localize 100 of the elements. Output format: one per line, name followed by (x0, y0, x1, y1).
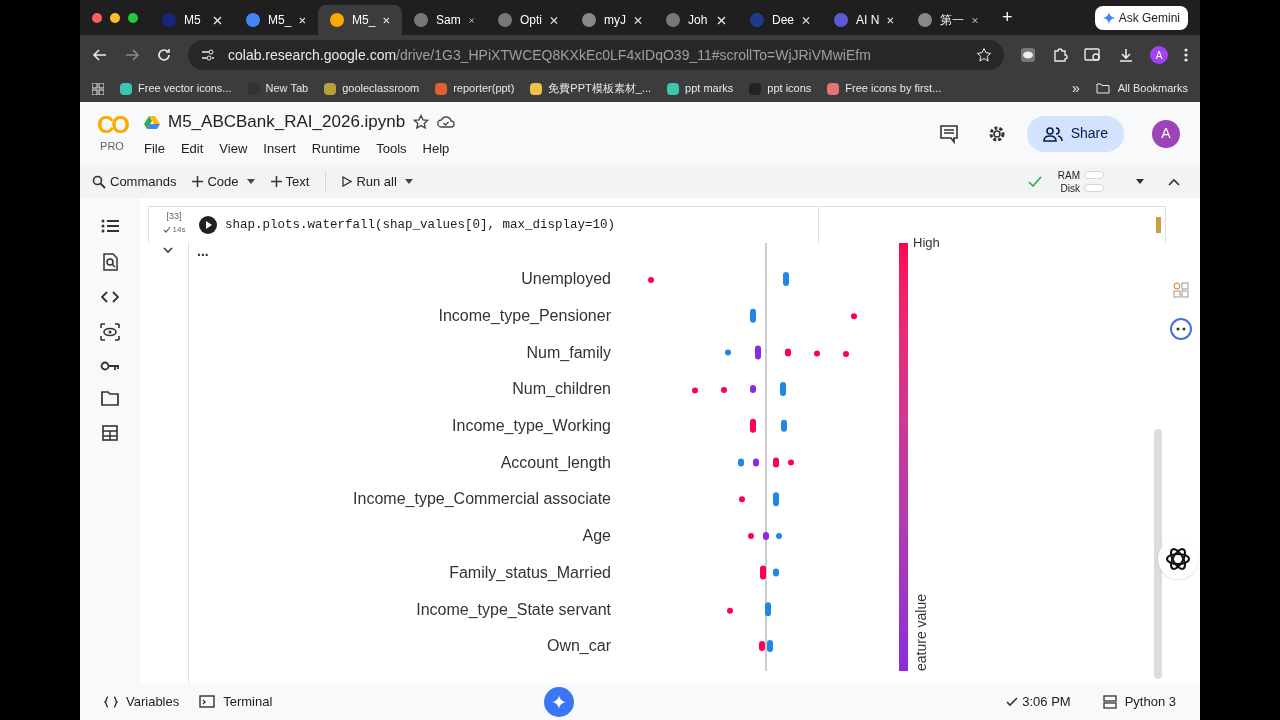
data-point (788, 459, 794, 466)
bookmark[interactable]: 免費PPT模板素材_... (530, 80, 652, 97)
notebook-title[interactable]: M5_ABCBank_RAI_2026.ipynb (168, 109, 406, 135)
close-tab-icon[interactable] (802, 15, 810, 25)
close-tab-icon[interactable] (550, 15, 558, 25)
back-icon[interactable] (92, 47, 108, 63)
find-icon[interactable] (102, 253, 118, 271)
more-icon[interactable] (1184, 47, 1188, 63)
close-tab-icon[interactable] (887, 15, 894, 25)
terminal-button[interactable]: Terminal (199, 691, 273, 712)
forward-icon[interactable] (124, 47, 140, 63)
share-button[interactable]: Share (1026, 115, 1124, 152)
collapse-icon[interactable] (163, 247, 173, 253)
close-tab-icon[interactable] (717, 15, 726, 25)
bookmark[interactable]: gooleclassroom (324, 80, 420, 97)
star-icon[interactable] (413, 113, 430, 130)
bookmark[interactable]: ppt marks (667, 80, 734, 97)
extensions-icon[interactable] (1052, 47, 1068, 63)
new-tab-button[interactable]: + (1002, 4, 1013, 31)
menu-item[interactable]: Insert (263, 138, 296, 158)
browser-tab[interactable]: M5 (150, 5, 234, 35)
address-bar[interactable]: colab.research.google.com/drive/1G3_HPiXTWCEQ8KXkEc0LF4xIDqO39_11#scrollTo=WjJRiVMwiEfm (188, 40, 1004, 70)
bookmark[interactable]: Free vector icons... (120, 80, 232, 97)
favicon-icon (666, 13, 680, 27)
search-tab-icon[interactable] (1084, 47, 1102, 63)
favicon-icon (414, 13, 428, 27)
table-icon[interactable] (102, 425, 118, 441)
feature-label: Age (582, 526, 611, 547)
close-tab-icon[interactable] (383, 15, 390, 25)
gemini-button[interactable] (544, 686, 575, 717)
menu-item[interactable]: View (219, 138, 248, 158)
run-cell-icon[interactable] (199, 216, 217, 234)
commands-button[interactable]: Commands (92, 171, 177, 192)
scrollbar-thumb[interactable] (1154, 429, 1162, 679)
execution-time: 14s (172, 223, 186, 236)
browser-tab[interactable]: Sam (402, 5, 486, 35)
browser-tab[interactable]: Dee (738, 5, 822, 35)
favicon-icon (162, 13, 176, 27)
browser-tab[interactable]: 第一 (906, 5, 990, 35)
close-tab-icon[interactable] (468, 15, 474, 25)
bookmark[interactable]: reporter(ppt) (435, 80, 515, 97)
close-tab-icon[interactable] (213, 15, 222, 25)
browser-tab[interactable]: AI N (822, 5, 906, 35)
run-all-button[interactable]: Run all (342, 171, 397, 192)
menu-item[interactable]: Tools (376, 138, 407, 158)
caret-icon[interactable] (1136, 179, 1144, 184)
maximize-window-button[interactable] (128, 12, 138, 23)
favicon-icon (330, 13, 344, 27)
bookmark[interactable]: Free icons by first... (827, 80, 942, 97)
color-bar-high-label: High (913, 234, 940, 252)
execution-time: 3:06 PM (1022, 692, 1071, 711)
folder-icon[interactable] (101, 391, 119, 406)
close-tab-icon[interactable] (299, 15, 306, 25)
more-bookmarks-button[interactable]: » (1071, 78, 1080, 99)
ask-gemini-button[interactable]: Ask Gemini (1094, 5, 1188, 30)
url-text: colab.research.google.com/drive/1G3_HPiXTWCEQ8KXkEc0LF4xIDqO39_11#scrollTo=WjJRiVMwiEfm (228, 45, 872, 65)
caret-icon[interactable] (404, 179, 413, 184)
user-avatar[interactable]: A (1152, 119, 1180, 148)
menu-item[interactable]: Runtime (311, 138, 361, 158)
chatgpt-button[interactable] (1158, 539, 1198, 579)
reload-icon[interactable] (156, 47, 172, 63)
assistant-face-icon[interactable] (1170, 318, 1192, 340)
browser-tab[interactable]: Joh (654, 5, 738, 35)
data-point (785, 348, 791, 357)
browser-tab[interactable]: M5_ (234, 5, 318, 35)
menu-item[interactable]: Help (422, 138, 450, 158)
bookmark[interactable]: ppt icons (749, 80, 812, 97)
caret-icon[interactable] (246, 179, 255, 184)
code-icon[interactable] (101, 290, 119, 304)
minimize-window-button[interactable] (110, 12, 120, 23)
collapse-icon[interactable] (1168, 177, 1180, 186)
menu-item[interactable]: File (144, 138, 165, 158)
key-icon[interactable] (100, 360, 120, 372)
add-code-button[interactable]: Code (192, 171, 239, 192)
ram-label: RAM (1057, 168, 1080, 182)
data-point (692, 387, 698, 394)
download-icon[interactable] (1118, 47, 1134, 63)
close-tab-icon[interactable] (634, 15, 642, 25)
menu-item[interactable]: Edit (180, 138, 204, 158)
close-window-button[interactable] (92, 12, 102, 23)
all-bookmarks-button[interactable]: All Bookmarks (1095, 80, 1188, 97)
add-text-button[interactable]: Text (270, 171, 310, 192)
variables-button[interactable]: Variables (104, 691, 180, 712)
close-tab-icon[interactable] (972, 15, 978, 25)
code-line[interactable]: shap.plots.waterfall(shap_values[0], max_display=10) (225, 215, 616, 235)
comment-icon[interactable] (938, 123, 959, 144)
runtime-button[interactable]: Python 3 (1102, 691, 1176, 712)
output-menu[interactable]: ... (197, 241, 209, 262)
execution-count: [33] (166, 210, 182, 223)
eye-icon[interactable] (100, 323, 120, 341)
bookmark[interactable]: New Tab (247, 80, 309, 97)
profile-avatar[interactable]: A (1150, 46, 1168, 64)
browser-tab[interactable]: M5_ (318, 5, 402, 35)
browser-tab[interactable]: Opti (486, 5, 570, 35)
table-of-contents-icon[interactable] (101, 218, 119, 234)
apps-icon[interactable] (92, 82, 104, 95)
chat-extension-icon[interactable] (1020, 47, 1036, 63)
feature-label: Num_family (526, 342, 611, 363)
browser-tab[interactable]: myJ (570, 5, 654, 35)
shapes-icon[interactable] (1173, 282, 1189, 298)
